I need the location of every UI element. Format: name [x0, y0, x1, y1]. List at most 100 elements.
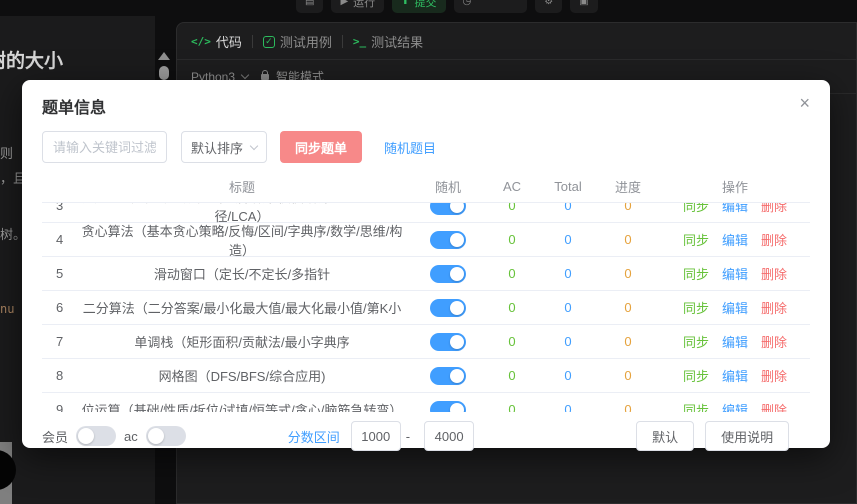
row-index: 7 — [42, 334, 72, 349]
row-title: 位运算（基础/性质/拆位/试填/恒等式/贪心/脑筋急转弯） — [72, 400, 412, 412]
total-value: 0 — [540, 368, 596, 383]
terminal-icon: >_ — [353, 35, 366, 48]
row-index: 3 — [42, 203, 72, 213]
row-index: 6 — [42, 300, 72, 315]
notes-button[interactable]: ▣ — [570, 0, 597, 13]
delete-link[interactable]: 删除 — [761, 400, 787, 412]
score-max-input[interactable] — [424, 421, 474, 451]
sync-link[interactable]: 同步 — [683, 298, 709, 317]
testcase-check-icon: ✓ — [263, 36, 275, 48]
sync-link[interactable]: 同步 — [683, 264, 709, 283]
total-value: 0 — [540, 300, 596, 315]
row-title: 网格图（DFS/BFS/综合应用) — [72, 366, 412, 385]
edit-link[interactable]: 编辑 — [722, 366, 748, 385]
delete-link[interactable]: 删除 — [761, 366, 787, 385]
scrollbar-thumb[interactable] — [159, 66, 169, 80]
sort-select[interactable]: 默认排序 — [181, 131, 267, 163]
book-icon: ▣ — [579, 0, 588, 7]
ac-label: ac — [124, 429, 138, 444]
row-index: 9 — [42, 402, 72, 412]
default-button[interactable]: 默认 — [636, 421, 694, 451]
chevron-down-icon — [250, 141, 258, 149]
code-icon: </> — [191, 35, 211, 48]
modal-footer: 会员 ac 分数区间 - 默认 使用说明 — [42, 421, 810, 451]
table-row: 5 滑动窗口（定长/不定长/多指针 0 0 0 同步 编辑 删除 — [42, 257, 810, 291]
text-fragment: 则 — [0, 143, 13, 162]
ac-value: 0 — [484, 203, 540, 213]
edit-link[interactable]: 编辑 — [722, 400, 748, 412]
random-switch[interactable] — [430, 231, 466, 249]
random-switch[interactable] — [430, 203, 466, 215]
random-switch[interactable] — [430, 367, 466, 385]
scroll-up-icon[interactable] — [158, 52, 170, 60]
table-body: 3 链表、二叉树与一般树（前后指针/快慢指针/DFS/BFS/直径/LCA） 0… — [42, 203, 810, 412]
ac-value: 0 — [484, 334, 540, 349]
table-row: 6 二分算法（二分答案/最小化最大值/最大化最小值/第K小 0 0 0 同步 编… — [42, 291, 810, 325]
problem-list-modal: 题单信息 × 默认排序 同步题单 随机题目 标题 随机 AC Total 进度 … — [22, 80, 830, 448]
header-ac: AC — [484, 179, 540, 194]
progress-value: 0 — [596, 368, 660, 383]
table-row: 8 网格图（DFS/BFS/综合应用) 0 0 0 同步 编辑 删除 — [42, 359, 810, 393]
problem-title-fragment: 树的大小 — [0, 46, 63, 73]
ac-value: 0 — [484, 266, 540, 281]
random-problem-link[interactable]: 随机题目 — [384, 138, 436, 157]
table-scroll-viewport[interactable]: 3 链表、二叉树与一般树（前后指针/快慢指针/DFS/BFS/直径/LCA） 0… — [42, 203, 810, 412]
tab-code[interactable]: </> 代码 — [191, 32, 242, 51]
tab-testresult[interactable]: >_ 测试结果 — [353, 32, 423, 51]
panel-icon: ▤ — [305, 0, 314, 7]
row-index: 5 — [42, 266, 72, 281]
tab-testcase-label: 测试用例 — [280, 32, 332, 51]
delete-link[interactable]: 删除 — [761, 203, 787, 215]
ac-value: 0 — [484, 232, 540, 247]
close-icon[interactable]: × — [795, 90, 814, 116]
layout-toggle-button[interactable]: ▤ — [296, 0, 323, 13]
header-progress: 进度 — [596, 177, 660, 196]
modal-title: 题单信息 — [42, 94, 810, 118]
random-switch[interactable] — [430, 299, 466, 317]
score-range-label: 分数区间 — [288, 427, 340, 446]
delete-link[interactable]: 删除 — [761, 264, 787, 283]
progress-value: 0 — [596, 203, 660, 213]
table-row: 9 位运算（基础/性质/拆位/试填/恒等式/贪心/脑筋急转弯） 0 0 0 同步… — [42, 393, 810, 412]
header-total: Total — [540, 179, 596, 194]
score-min-input[interactable] — [351, 421, 401, 451]
delete-link[interactable]: 删除 — [761, 332, 787, 351]
ac-toggle[interactable] — [146, 426, 186, 446]
random-switch[interactable] — [430, 401, 466, 413]
random-switch[interactable] — [430, 265, 466, 283]
help-button[interactable]: 使用说明 — [705, 421, 789, 451]
upload-icon: ⬆ — [401, 0, 409, 7]
total-value: 0 — [540, 203, 596, 213]
sync-link[interactable]: 同步 — [683, 230, 709, 249]
tab-divider — [252, 35, 253, 48]
timer-button[interactable]: ◷ — [454, 0, 528, 13]
total-value: 0 — [540, 334, 596, 349]
edit-link[interactable]: 编辑 — [722, 298, 748, 317]
progress-value: 0 — [596, 300, 660, 315]
sync-link[interactable]: 同步 — [683, 366, 709, 385]
delete-link[interactable]: 删除 — [761, 230, 787, 249]
progress-value: 0 — [596, 402, 660, 412]
submit-button[interactable]: ⬆ 提交 — [392, 0, 445, 13]
delete-link[interactable]: 删除 — [761, 298, 787, 317]
random-switch[interactable] — [430, 333, 466, 351]
clock-icon: ◷ — [463, 0, 472, 7]
edit-link[interactable]: 编辑 — [722, 203, 748, 215]
tab-testcase[interactable]: ✓ 测试用例 — [263, 32, 332, 51]
keyword-filter-input[interactable] — [42, 131, 167, 163]
header-actions: 操作 — [660, 177, 810, 196]
table-header: 标题 随机 AC Total 进度 操作 — [42, 171, 810, 203]
edit-link[interactable]: 编辑 — [722, 264, 748, 283]
run-button[interactable]: ▶ 运行 — [331, 0, 384, 13]
edit-link[interactable]: 编辑 — [722, 332, 748, 351]
sync-link[interactable]: 同步 — [683, 203, 709, 215]
row-index: 8 — [42, 368, 72, 383]
header-actions-label: 操作 — [722, 177, 748, 196]
sync-link[interactable]: 同步 — [683, 332, 709, 351]
member-toggle[interactable] — [76, 426, 116, 446]
settings-button[interactable]: ⚙ — [535, 0, 562, 13]
edit-link[interactable]: 编辑 — [722, 230, 748, 249]
sort-select-value: 默认排序 — [191, 138, 243, 157]
sync-list-button[interactable]: 同步题单 — [280, 131, 362, 163]
sync-link[interactable]: 同步 — [683, 400, 709, 412]
